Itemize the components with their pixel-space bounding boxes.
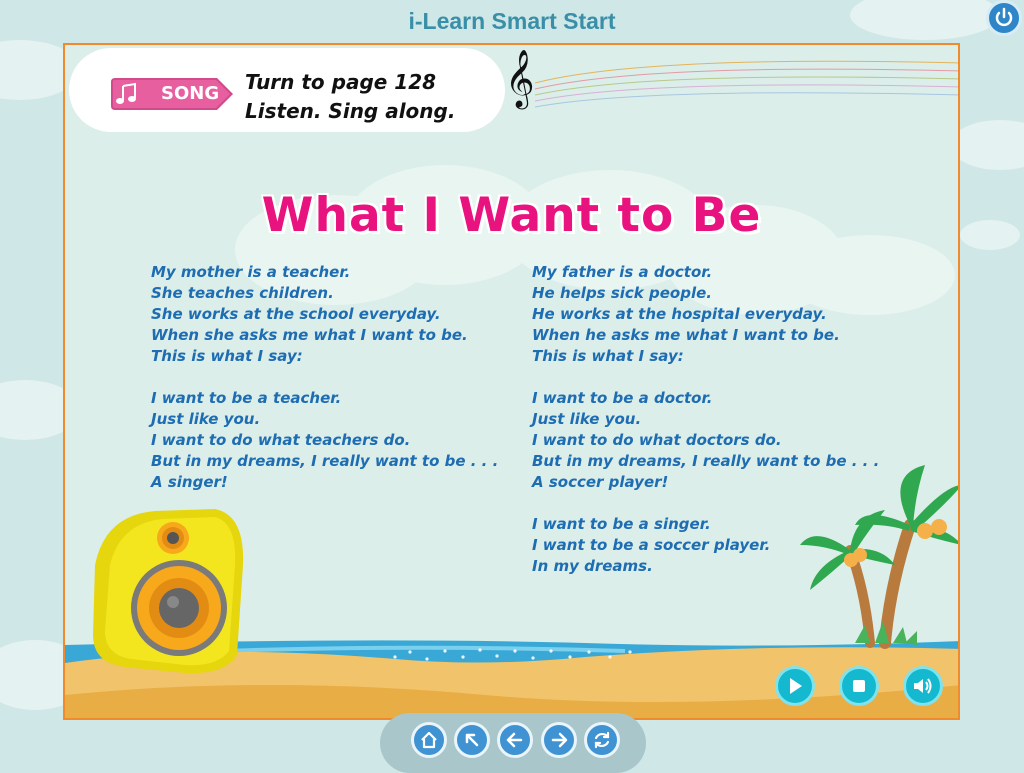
- lyric-line: I want to be a teacher.: [151, 389, 342, 407]
- song-tag-label: SONG: [161, 83, 220, 104]
- song-title: What I Want to Be: [261, 188, 762, 243]
- back-arrow-icon: [506, 732, 523, 748]
- stop-button[interactable]: [839, 666, 879, 706]
- instruction-card: SONG Turn to page 128 Listen. Sing along…: [69, 48, 505, 132]
- lyric-line: A soccer player!: [532, 473, 669, 491]
- up-left-button[interactable]: [454, 722, 490, 758]
- power-icon: [995, 7, 1013, 27]
- lyric-line: In my dreams.: [532, 557, 653, 575]
- lyrics-right-column: My father is a doctor. He helps sick peo…: [532, 262, 879, 577]
- next-button[interactable]: [541, 722, 577, 758]
- lyric-line: Just like you.: [151, 410, 261, 428]
- lyric-line: A singer!: [151, 473, 228, 491]
- lyric-line: She teaches children.: [151, 284, 334, 302]
- lyric-line: I want to do what doctors do.: [532, 431, 782, 449]
- lyric-line: She works at the school everyday.: [151, 305, 441, 323]
- treble-clef-icon: 𝄞: [505, 49, 535, 107]
- lyric-line: This is what I say:: [151, 347, 303, 365]
- lyric-line: Just like you.: [532, 410, 642, 428]
- app-title: i-Learn Smart Start: [408, 8, 616, 34]
- lyric-line: But in my dreams, I really want to be . …: [532, 452, 880, 470]
- up-left-arrow-icon: [465, 733, 479, 747]
- lyric-line: I want to be a soccer player.: [532, 536, 771, 554]
- play-button[interactable]: [775, 666, 815, 706]
- lyric-line: When he asks me what I want to be.: [532, 326, 840, 344]
- lyric-line: This is what I say:: [532, 347, 684, 365]
- home-icon: [421, 731, 437, 749]
- play-icon: [790, 678, 802, 694]
- lyric-line: He helps sick people.: [532, 284, 712, 302]
- music-staff-decoration: [534, 60, 958, 108]
- instruction-listen: Listen. Sing along.: [245, 99, 456, 123]
- instruction-page: Turn to page 128: [245, 70, 437, 94]
- lyric-line: I want to be a doctor.: [532, 389, 713, 407]
- lyric-line: I want to do what teachers do.: [151, 431, 411, 449]
- previous-button[interactable]: [497, 722, 533, 758]
- lyric-line: He works at the hospital everyday.: [532, 305, 827, 323]
- home-button[interactable]: [411, 722, 447, 758]
- lyric-line: My mother is a teacher.: [151, 263, 351, 281]
- lesson-stage: SONG Turn to page 128 Listen. Sing along…: [63, 43, 960, 720]
- lyric-line: My father is a doctor.: [532, 263, 713, 281]
- lyrics-left-column: My mother is a teacher. She teaches chil…: [151, 262, 498, 493]
- lyric-line: I want to be a singer.: [532, 515, 711, 533]
- volume-icon: [914, 678, 932, 694]
- lyric-line: When she asks me what I want to be.: [151, 326, 468, 344]
- forward-arrow-icon: [551, 732, 568, 748]
- stop-icon: [853, 680, 865, 692]
- lyric-line: But in my dreams, I really want to be . …: [151, 452, 499, 470]
- refresh-icon: [594, 731, 610, 749]
- volume-button[interactable]: [903, 666, 943, 706]
- refresh-button[interactable]: [584, 722, 620, 758]
- power-button[interactable]: [986, 0, 1022, 36]
